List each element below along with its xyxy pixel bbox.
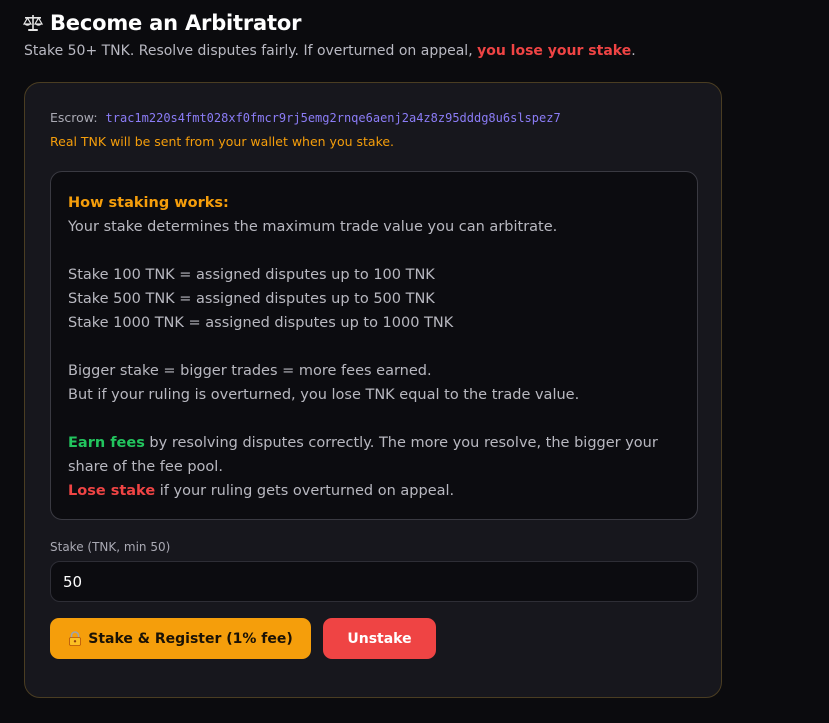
- escrow-label: Escrow:: [50, 110, 98, 125]
- escrow-line: Escrow: trac1m220s4fmt028xf0fmcr9rj5emg2…: [50, 110, 561, 125]
- stake-input-label: Stake (TNK, min 50): [50, 540, 171, 554]
- earn-fees-line-2: share of the fee pool.: [68, 459, 223, 475]
- subtitle-text: Stake 50+ TNK. Resolve disputes fairly. …: [24, 43, 478, 59]
- earn-fees-label: Earn fees: [68, 435, 145, 451]
- unstake-label: Unstake: [347, 630, 412, 647]
- real-tnk-warning: Real TNK will be sent from your wallet w…: [50, 134, 395, 149]
- tier-line: Stake 500 TNK = assigned disputes up to …: [68, 291, 435, 307]
- stake-register-button[interactable]: Stake & Register (1% fee): [50, 618, 311, 659]
- staking-info-box: How staking works: Your stake determines…: [50, 171, 698, 520]
- escrow-address: trac1m220s4fmt028xf0fmcr9rj5emg2rnqe6aen…: [105, 111, 561, 125]
- info-bigger: Bigger stake = bigger trades = more fees…: [68, 363, 432, 379]
- tier-line: Stake 100 TNK = assigned disputes up to …: [68, 267, 435, 283]
- earn-fees-line: Earn fees by resolving disputes correctl…: [68, 431, 680, 455]
- info-title: How staking works:: [68, 195, 229, 211]
- page-subtitle: Stake 50+ TNK. Resolve disputes fairly. …: [24, 43, 636, 59]
- lose-stake-label: Lose stake: [68, 483, 156, 499]
- page-title: Become an Arbitrator: [50, 11, 302, 35]
- info-overturn: But if your ruling is overturned, you lo…: [68, 387, 580, 403]
- subtitle-warning: you lose your stake: [477, 43, 632, 59]
- lock-icon: [68, 631, 82, 646]
- tier-line: Stake 1000 TNK = assigned disputes up to…: [68, 315, 454, 331]
- info-intro: Your stake determines the maximum trade …: [68, 219, 558, 235]
- subtitle-suffix: .: [631, 43, 636, 59]
- stake-amount-input[interactable]: [50, 561, 698, 602]
- page-heading: Become an Arbitrator: [22, 8, 302, 38]
- stake-register-label: Stake & Register (1% fee): [88, 630, 293, 647]
- lose-stake-text: if your ruling gets overturned on appeal…: [155, 483, 455, 499]
- earn-fees-text: by resolving disputes correctly. The mor…: [144, 435, 658, 451]
- arbitrator-page: Become an Arbitrator Stake 50+ TNK. Reso…: [0, 0, 829, 723]
- stake-card: Escrow: trac1m220s4fmt028xf0fmcr9rj5emg2…: [24, 82, 722, 698]
- balance-scale-icon: [22, 13, 44, 33]
- lose-stake-line: Lose stake if your ruling gets overturne…: [68, 479, 680, 503]
- unstake-button[interactable]: Unstake: [323, 618, 436, 659]
